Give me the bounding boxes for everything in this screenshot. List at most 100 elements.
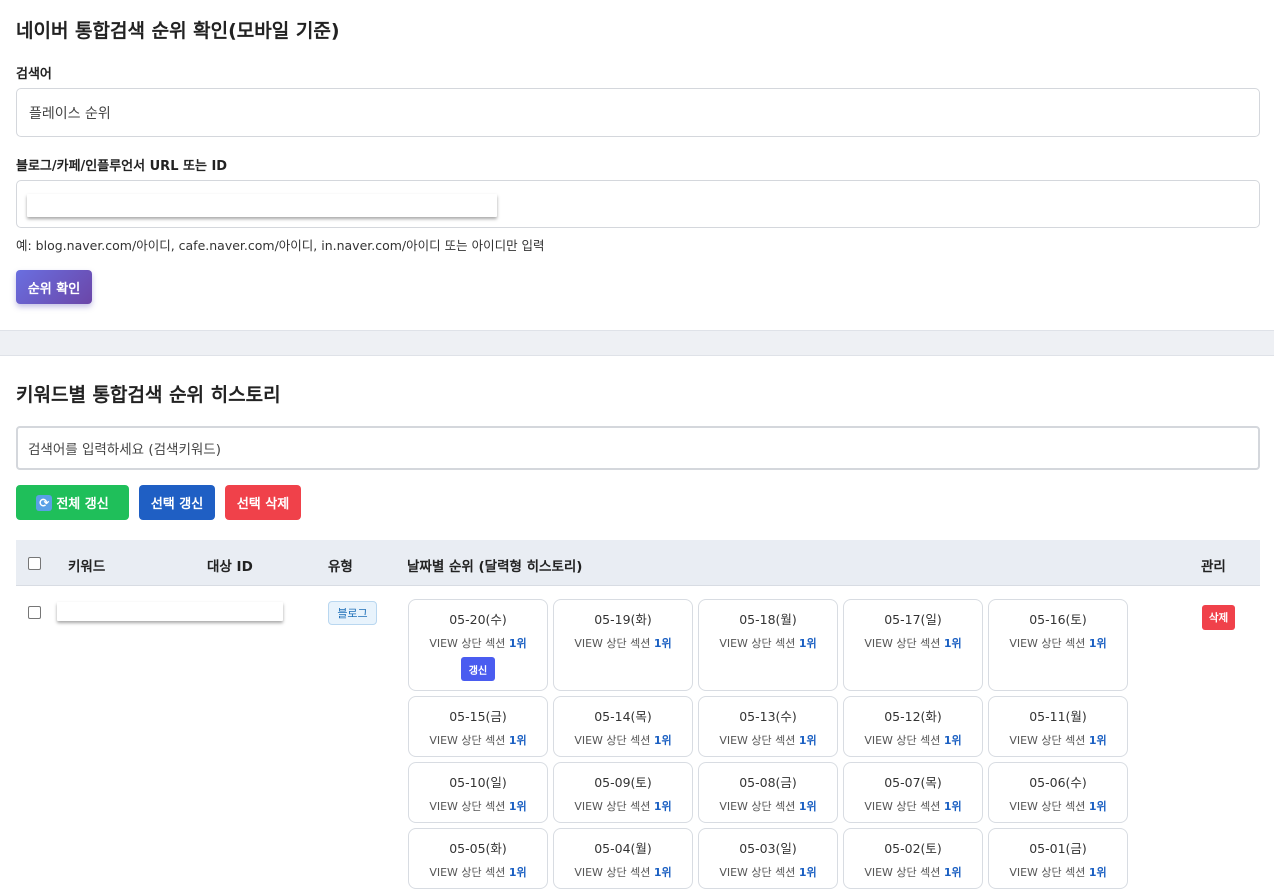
redacted-keyword xyxy=(57,602,283,621)
row-checkbox[interactable] xyxy=(28,606,41,619)
day-date: 05-06(수) xyxy=(1029,775,1087,790)
day-rank: VIEW 상단 섹션 1위 xyxy=(844,864,982,880)
history-search-input[interactable]: 검색어를 입력하세요 (검색키워드) xyxy=(16,426,1260,470)
rank-value: 1위 xyxy=(508,800,527,813)
rank-section-label: VIEW 상단 섹션 xyxy=(574,800,651,813)
day-date: 05-05(화) xyxy=(449,841,507,856)
day-rank: VIEW 상단 섹션 1위 xyxy=(699,864,837,880)
day-rank: VIEW 상단 섹션 1위 xyxy=(554,798,692,814)
rank-value: 1위 xyxy=(653,637,672,650)
rank-section-label: VIEW 상단 섹션 xyxy=(719,637,796,650)
rank-section-label: VIEW 상단 섹션 xyxy=(864,866,941,879)
rank-value: 1위 xyxy=(943,637,962,650)
select-all-checkbox[interactable] xyxy=(28,557,41,570)
day-card: 05-20(수) VIEW 상단 섹션 1위갱신 xyxy=(408,599,548,691)
rank-value: 1위 xyxy=(798,800,817,813)
day-card: 05-07(목) VIEW 상단 섹션 1위 xyxy=(843,762,983,823)
rank-value: 1위 xyxy=(1088,637,1107,650)
day-date: 05-02(토) xyxy=(884,841,942,856)
day-date: 05-11(월) xyxy=(1029,709,1087,724)
day-rank: VIEW 상단 섹션 1위 xyxy=(699,732,837,748)
day-card: 05-03(일) VIEW 상단 섹션 1위 xyxy=(698,828,838,889)
day-card: 05-16(토) VIEW 상단 섹션 1위 xyxy=(988,599,1128,691)
rank-section-label: VIEW 상단 섹션 xyxy=(719,734,796,747)
day-date: 05-17(일) xyxy=(884,612,942,627)
day-date: 05-19(화) xyxy=(594,612,652,627)
day-card: 05-05(화) VIEW 상단 섹션 1위 xyxy=(408,828,548,889)
rank-value: 1위 xyxy=(508,734,527,747)
day-rank: VIEW 상단 섹션 1위 xyxy=(554,635,692,651)
day-date: 05-07(목) xyxy=(884,775,942,790)
table-header: 키워드 대상 ID 유형 날짜별 순위 (달력형 히스토리) 관리 xyxy=(16,540,1260,586)
day-rank: VIEW 상단 섹션 1위 xyxy=(554,864,692,880)
day-card: 05-10(일) VIEW 상단 섹션 1위 xyxy=(408,762,548,823)
day-date: 05-01(금) xyxy=(1029,841,1087,856)
day-card: 05-06(수) VIEW 상단 섹션 1위 xyxy=(988,762,1128,823)
rank-section-label: VIEW 상단 섹션 xyxy=(574,637,651,650)
rank-section-label: VIEW 상단 섹션 xyxy=(719,866,796,879)
day-date: 05-10(일) xyxy=(449,775,507,790)
day-rank: VIEW 상단 섹션 1위 xyxy=(409,732,547,748)
rank-section-label: VIEW 상단 섹션 xyxy=(864,734,941,747)
rank-value: 1위 xyxy=(798,734,817,747)
refresh-selected-button[interactable]: 선택 갱신 xyxy=(139,485,215,520)
rank-value: 1위 xyxy=(943,866,962,879)
day-rank: VIEW 상단 섹션 1위 xyxy=(409,864,547,880)
refresh-all-button[interactable]: ⟳ 전체 갱신 xyxy=(16,485,129,520)
day-refresh-button[interactable]: 갱신 xyxy=(461,657,495,681)
rank-section-label: VIEW 상단 섹션 xyxy=(864,800,941,813)
day-rank: VIEW 상단 섹션 1위 xyxy=(409,798,547,814)
day-date: 05-03(일) xyxy=(739,841,797,856)
rank-value: 1위 xyxy=(1088,734,1107,747)
check-rank-button[interactable]: 순위 확인 xyxy=(16,270,92,304)
day-rank: VIEW 상단 섹션 1위 xyxy=(844,798,982,814)
rank-section-label: VIEW 상단 섹션 xyxy=(719,800,796,813)
day-date: 05-15(금) xyxy=(449,709,507,724)
day-card: 05-08(금) VIEW 상단 섹션 1위 xyxy=(698,762,838,823)
rank-section-label: VIEW 상단 섹션 xyxy=(1009,734,1086,747)
rank-section-label: VIEW 상단 섹션 xyxy=(429,800,506,813)
refresh-all-label: 전체 갱신 xyxy=(56,497,109,512)
rank-value: 1위 xyxy=(1088,800,1107,813)
rank-value: 1위 xyxy=(798,637,817,650)
day-rank: VIEW 상단 섹션 1위 xyxy=(989,798,1127,814)
delete-selected-button[interactable]: 선택 삭제 xyxy=(225,485,301,520)
rank-value: 1위 xyxy=(508,866,527,879)
day-card: 05-19(화) VIEW 상단 섹션 1위 xyxy=(553,599,693,691)
day-date: 05-12(화) xyxy=(884,709,942,724)
rank-section-label: VIEW 상단 섹션 xyxy=(1009,800,1086,813)
rank-section-label: VIEW 상단 섹션 xyxy=(429,637,506,650)
rank-value: 1위 xyxy=(653,734,672,747)
keyword-input[interactable]: 플레이스 순위 xyxy=(16,88,1260,137)
day-card: 05-14(목) VIEW 상단 섹션 1위 xyxy=(553,696,693,757)
rank-value: 1위 xyxy=(508,637,527,650)
day-card: 05-04(월) VIEW 상단 섹션 1위 xyxy=(553,828,693,889)
row-delete-button[interactable]: 삭제 xyxy=(1202,605,1235,630)
col-manage: 관리 xyxy=(1201,559,1226,575)
rank-check-section: 네이버 통합검색 순위 확인(모바일 기준) 검색어 플레이스 순위 블로그/카… xyxy=(0,0,1274,330)
history-section: 키워드별 통합검색 순위 히스토리 검색어를 입력하세요 (검색키워드) ⟳ 전… xyxy=(0,356,1274,895)
day-date: 05-08(금) xyxy=(739,775,797,790)
url-label: 블로그/카페/인플루언서 URL 또는 ID xyxy=(16,159,228,174)
keyword-input-value: 플레이스 순위 xyxy=(29,105,111,122)
rank-section-label: VIEW 상단 섹션 xyxy=(1009,866,1086,879)
rank-section-label: VIEW 상단 섹션 xyxy=(574,866,651,879)
day-rank: VIEW 상단 섹션 1위 xyxy=(699,635,837,651)
rank-value: 1위 xyxy=(943,800,962,813)
col-target-id: 대상 ID xyxy=(207,559,253,575)
redacted-value xyxy=(27,194,497,217)
rank-section-label: VIEW 상단 섹션 xyxy=(574,734,651,747)
url-input[interactable] xyxy=(16,180,1260,228)
day-date: 05-20(수) xyxy=(449,612,507,627)
col-keyword: 키워드 xyxy=(68,559,106,575)
day-card: 05-13(수) VIEW 상단 섹션 1위 xyxy=(698,696,838,757)
history-search-placeholder: 검색어를 입력하세요 (검색키워드) xyxy=(28,442,221,458)
rank-value: 1위 xyxy=(798,866,817,879)
page-title: 네이버 통합검색 순위 확인(모바일 기준) xyxy=(16,20,340,42)
day-card: 05-01(금) VIEW 상단 섹션 1위 xyxy=(988,828,1128,889)
section-divider xyxy=(0,330,1274,356)
type-badge: 블로그 xyxy=(328,601,377,625)
rank-value: 1위 xyxy=(653,800,672,813)
rank-value: 1위 xyxy=(653,866,672,879)
day-rank: VIEW 상단 섹션 1위 xyxy=(989,864,1127,880)
